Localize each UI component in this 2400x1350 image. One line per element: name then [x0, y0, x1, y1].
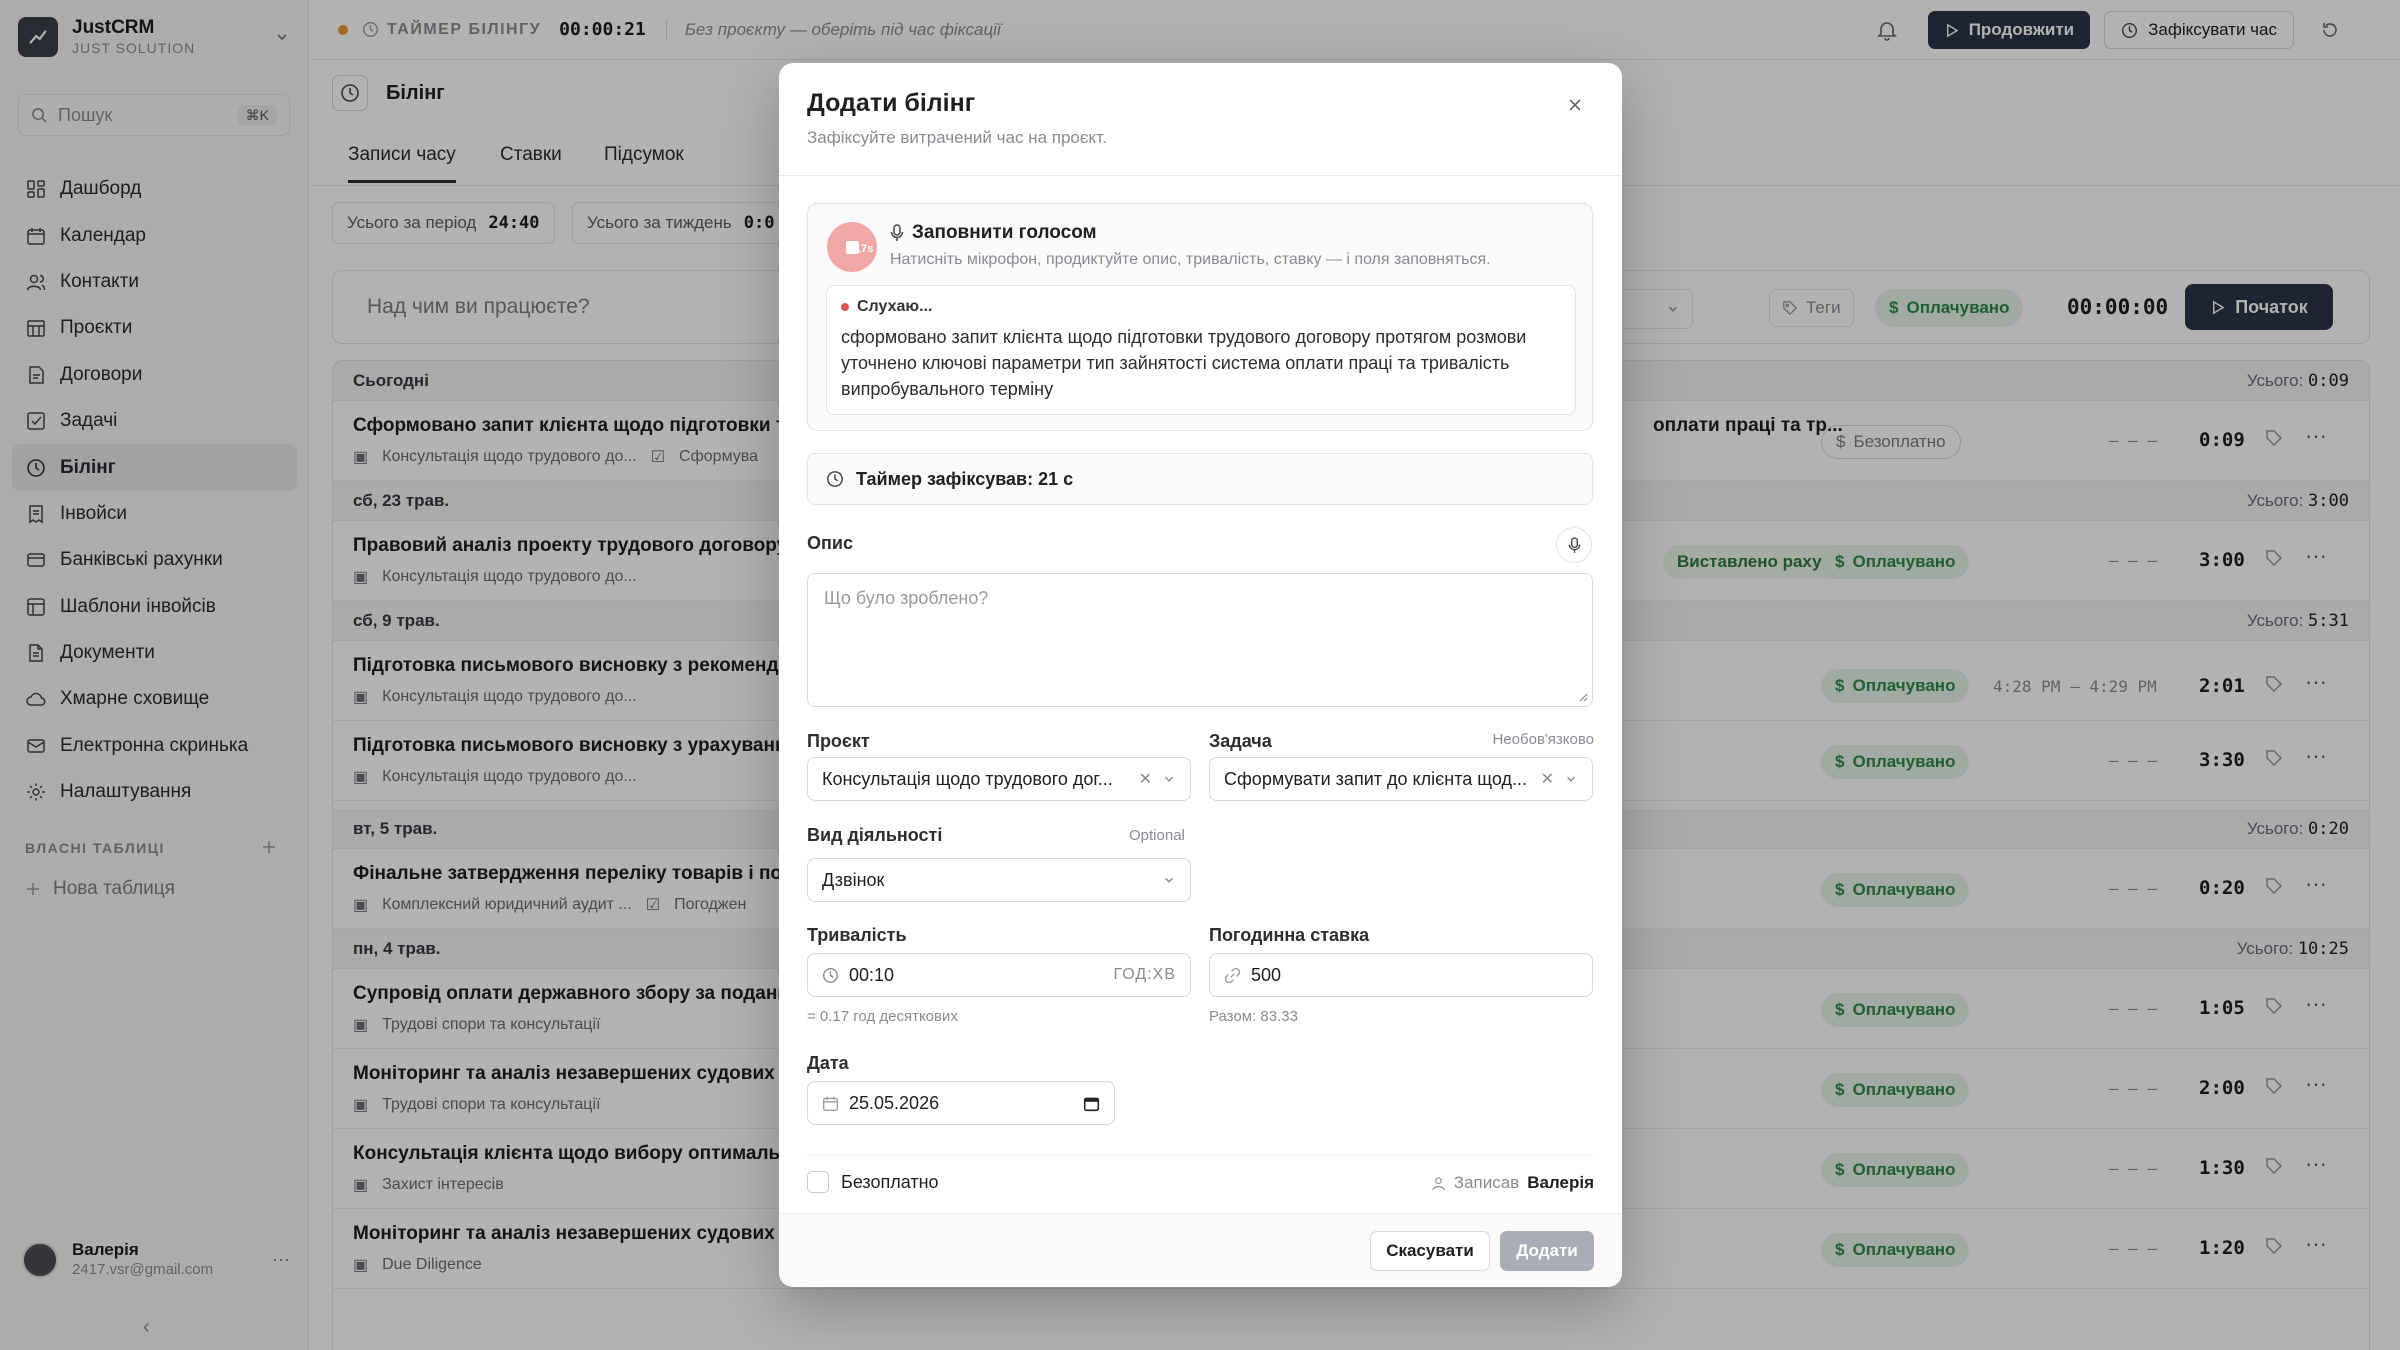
- free-of-charge-checkbox[interactable]: Безоплатно: [807, 1171, 939, 1193]
- date-picker-icon[interactable]: [1083, 1095, 1100, 1112]
- clear-icon[interactable]: ✕: [1541, 769, 1554, 789]
- voice-fill-label: Заповнити голосом: [912, 222, 1097, 243]
- dialog-footer: Скасувати Додати: [779, 1213, 1622, 1287]
- recorded-by-name: Валерія: [1527, 1173, 1594, 1192]
- recording-seconds: 17s: [855, 243, 874, 255]
- activity-select[interactable]: Дзвінок: [807, 858, 1191, 902]
- clear-icon[interactable]: ✕: [1139, 769, 1152, 789]
- activity-label: Вид діяльності: [807, 825, 943, 845]
- project-select[interactable]: Консультація щодо трудового дог... ✕: [807, 757, 1191, 801]
- voice-fill-title: Заповнити голосом: [890, 222, 1097, 244]
- chevron-down-icon: [1165, 877, 1173, 883]
- checkbox-box[interactable]: [807, 1171, 829, 1193]
- date-input[interactable]: 25.05.2026: [807, 1081, 1115, 1125]
- duration-decimal-hint: = 0.17 год десяткових: [807, 1008, 958, 1025]
- mic-icon: [890, 224, 904, 241]
- recorded-by-label: Записав: [1453, 1173, 1520, 1192]
- cancel-button[interactable]: Скасувати: [1370, 1231, 1490, 1271]
- chevron-down-icon: [1165, 776, 1173, 782]
- listening-status: Слухаю...: [841, 298, 1561, 316]
- clock-icon: [823, 967, 838, 983]
- clock-icon: [827, 471, 843, 487]
- duration-input[interactable]: 00:10 ГОД:ХВ: [807, 953, 1191, 997]
- task-select[interactable]: Сформувати запит до клієнта щод... ✕: [1209, 757, 1593, 801]
- duration-unit: ГОД:ХВ: [1113, 966, 1176, 983]
- calendar-icon: [823, 1096, 838, 1111]
- project-label: Проєкт: [807, 731, 870, 751]
- divider: [779, 175, 1622, 176]
- project-value: Консультація щодо трудового дог...: [822, 768, 1113, 789]
- add-billing-dialog: Додати білінг Зафіксуйте витрачений час …: [779, 63, 1622, 1287]
- user-icon: [1432, 1176, 1445, 1190]
- timer-recorded-text: Таймер зафіксував: 21 с: [856, 468, 1074, 489]
- task-label: Задача: [1209, 731, 1272, 751]
- date-value: 25.05.2026: [849, 1092, 940, 1113]
- description-placeholder: Що було зроблено?: [824, 588, 989, 608]
- activity-optional-hint: Optional: [1129, 827, 1185, 844]
- dictate-description-button[interactable]: [1556, 527, 1592, 563]
- date-label: Дата: [807, 1053, 849, 1073]
- description-label: Опис: [807, 533, 853, 553]
- hourly-rate-input[interactable]: 500: [1209, 953, 1593, 997]
- listening-label: Слухаю...: [857, 298, 933, 315]
- chevron-down-icon: [1567, 776, 1575, 782]
- link-icon: [1224, 967, 1241, 983]
- recording-dot: [841, 303, 849, 311]
- divider: [807, 1155, 1593, 1156]
- voice-transcript: сформовано запит клієнта щодо підготовки…: [841, 327, 1527, 399]
- close-icon[interactable]: [1565, 95, 1585, 115]
- voice-transcript-box: Слухаю... сформовано запит клієнта щодо …: [826, 285, 1576, 415]
- task-optional-hint: Необов'язково: [1492, 731, 1595, 748]
- mic-icon: [1568, 536, 1580, 553]
- voice-fill-panel: 17s Заповнити голосом Натисніть мікрофон…: [807, 203, 1593, 431]
- add-button[interactable]: Додати: [1500, 1231, 1594, 1271]
- hourly-rate-label: Погодинна ставка: [1209, 925, 1370, 945]
- duration-label: Тривалість: [807, 925, 907, 945]
- description-textarea[interactable]: Що було зроблено?: [807, 573, 1593, 707]
- timer-recorded-notice: Таймер зафіксував: 21 с: [807, 453, 1593, 505]
- voice-fill-description: Натисніть мікрофон, продиктуйте опис, тр…: [890, 251, 1491, 268]
- hourly-rate-value: 500: [1251, 964, 1282, 985]
- activity-value: Дзвінок: [822, 869, 885, 890]
- dialog-title: Додати білінг: [807, 89, 976, 117]
- recorded-by: Записав Валерія: [1431, 1173, 1594, 1193]
- free-of-charge-label: Безоплатно: [841, 1171, 939, 1192]
- resize-handle-icon[interactable]: [1576, 690, 1588, 702]
- rate-total-hint: Разом: 83.33: [1209, 1008, 1298, 1025]
- duration-value: 00:10: [849, 964, 895, 985]
- task-value: Сформувати запит до клієнта щод...: [1224, 768, 1527, 789]
- dialog-subtitle: Зафіксуйте витрачений час на проєкт.: [807, 128, 1107, 147]
